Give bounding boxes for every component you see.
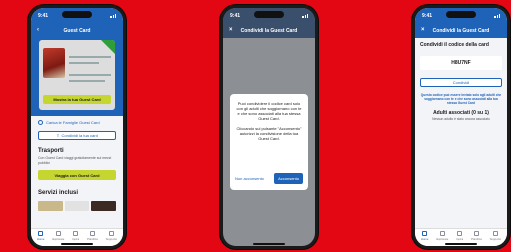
dialog-text: Puoi condividere il codice card solo con… (236, 101, 302, 121)
tab-label: Esplorare (52, 236, 65, 241)
family-card-link[interactable]: Carica le Famiglie Guest Card (31, 116, 123, 129)
card-text-line (69, 80, 105, 82)
close-icon[interactable]: × (229, 27, 233, 33)
tab-inspire[interactable]: Ispira (72, 230, 80, 241)
tab-explore[interactable]: Esplorare (436, 230, 449, 241)
card-text-line (69, 62, 99, 64)
signal-icon (494, 14, 500, 18)
modal-title: Condividi il codice della card (420, 42, 489, 48)
nav-title: Guest Card (63, 28, 91, 34)
header: 9:41 × Condividi la Guest Card (223, 8, 315, 38)
family-card-link-text: Carica le Famiglie Guest Card (46, 120, 100, 125)
dialog-actions: Non acconsento Acconsento (235, 173, 303, 184)
tab-home[interactable]: Home (36, 230, 45, 241)
home-indicator (253, 243, 285, 245)
notch (446, 11, 476, 18)
card-photo (43, 48, 65, 78)
status-time: 9:41 (230, 13, 241, 19)
tab-label: Supporto (105, 236, 118, 241)
card-text-line (69, 74, 111, 76)
tab-plan[interactable]: Pianifica (471, 230, 482, 241)
service-thumbnail[interactable] (91, 201, 117, 211)
share-card-label: Condividi la tua card (61, 133, 98, 138)
service-thumbnail[interactable] (64, 201, 90, 211)
card-area: Mostra la tua Guest Card (31, 38, 123, 116)
transport-text: Con Guest Card viaggi gratuitamente sui … (38, 156, 112, 165)
transport-title: Trasporti (38, 148, 64, 154)
share-icon: ⇪ (56, 133, 60, 138)
support-icon (108, 230, 114, 236)
explore-icon (55, 230, 61, 236)
screen: 9:41 × Condividi la Guest Card Condividi… (415, 8, 507, 246)
signal-icon (302, 14, 308, 18)
inspire-icon (457, 230, 463, 236)
travel-button[interactable]: Viaggia con Guest Card (38, 170, 116, 180)
notch (254, 11, 284, 18)
tab-inspire[interactable]: Ispira (456, 230, 464, 241)
phone-consent-dialog: 9:41 × Condividi la Guest Card Puoi cond… (220, 5, 318, 249)
phone-share-code: 9:41 × Condividi la Guest Card Condividi… (412, 5, 510, 249)
associated-adults-title: Adulti associati (0 su 1) (433, 110, 489, 116)
nav-bar: ‹ Guest Card (31, 24, 123, 38)
support-icon (492, 230, 498, 236)
info-icon (38, 120, 43, 125)
home-indicator (61, 243, 93, 245)
services-title: Servizi inclusi (38, 190, 79, 196)
back-arrow-icon[interactable]: ‹ (37, 27, 39, 33)
tab-label: Pianifica (471, 236, 482, 241)
tab-label: Esplorare (436, 236, 449, 241)
guest-card[interactable]: Mostra la tua Guest Card (39, 40, 115, 110)
home-icon (38, 230, 44, 236)
tab-home[interactable]: Home (420, 230, 429, 241)
inspire-icon (73, 230, 79, 236)
explore-icon (439, 230, 445, 236)
tab-label: Ispira (72, 236, 80, 241)
tab-support[interactable]: Supporto (105, 230, 118, 241)
status-time: 9:41 (422, 13, 433, 19)
status-time: 9:41 (38, 13, 49, 19)
tab-explore[interactable]: Esplorare (52, 230, 65, 241)
signal-icon (110, 14, 116, 18)
plan-icon (89, 230, 95, 236)
tab-label: Pianifica (87, 236, 98, 241)
dialog-text: Cliccando sul pulsante "Acconsento" auto… (236, 126, 302, 141)
card-code: H8U7NF (420, 56, 502, 70)
share-code-button[interactable]: Condividi (420, 78, 502, 87)
tab-label: Ispira (456, 236, 464, 241)
share-warning: Questo codice può essere inviato solo ag… (420, 93, 502, 105)
plan-icon (473, 230, 479, 236)
close-icon[interactable]: × (421, 27, 425, 33)
tab-support[interactable]: Supporto (489, 230, 502, 241)
header: 9:41 × Condividi la Guest Card (415, 8, 507, 38)
decline-button[interactable]: Non acconsento (235, 176, 264, 181)
tab-label: Supporto (489, 236, 502, 241)
phone-guest-card: 9:41 ‹ Guest Card Mostra la tua Guest Ca… (28, 5, 126, 249)
tab-label: Home (420, 236, 429, 241)
card-corner-badge (101, 40, 115, 54)
services-thumbnails (31, 198, 123, 214)
notch (62, 11, 92, 18)
nav-title: Condividi la Guest Card (432, 28, 490, 34)
home-indicator (445, 243, 477, 245)
screen: 9:41 × Condividi la Guest Card Puoi cond… (223, 8, 315, 246)
consent-dialog: Puoi condividere il codice card solo con… (230, 94, 308, 190)
associated-adults-empty: Nessun adulto è stato ancora associato (432, 117, 490, 121)
share-card-button[interactable]: ⇪ Condividi la tua card (38, 131, 116, 140)
home-icon (422, 230, 428, 236)
header: 9:41 ‹ Guest Card (31, 8, 123, 38)
screen: 9:41 ‹ Guest Card Mostra la tua Guest Ca… (31, 8, 123, 246)
card-text-line (69, 56, 111, 58)
tab-label: Home (36, 236, 45, 241)
service-thumbnail[interactable] (38, 201, 63, 211)
show-card-button[interactable]: Mostra la tua Guest Card (43, 95, 111, 104)
accept-button[interactable]: Acconsento (274, 173, 303, 184)
nav-bar: × Condividi la Guest Card (415, 24, 507, 38)
nav-bar: × Condividi la Guest Card (223, 24, 315, 38)
tab-plan[interactable]: Pianifica (87, 230, 98, 241)
nav-title: Condividi la Guest Card (240, 28, 298, 34)
